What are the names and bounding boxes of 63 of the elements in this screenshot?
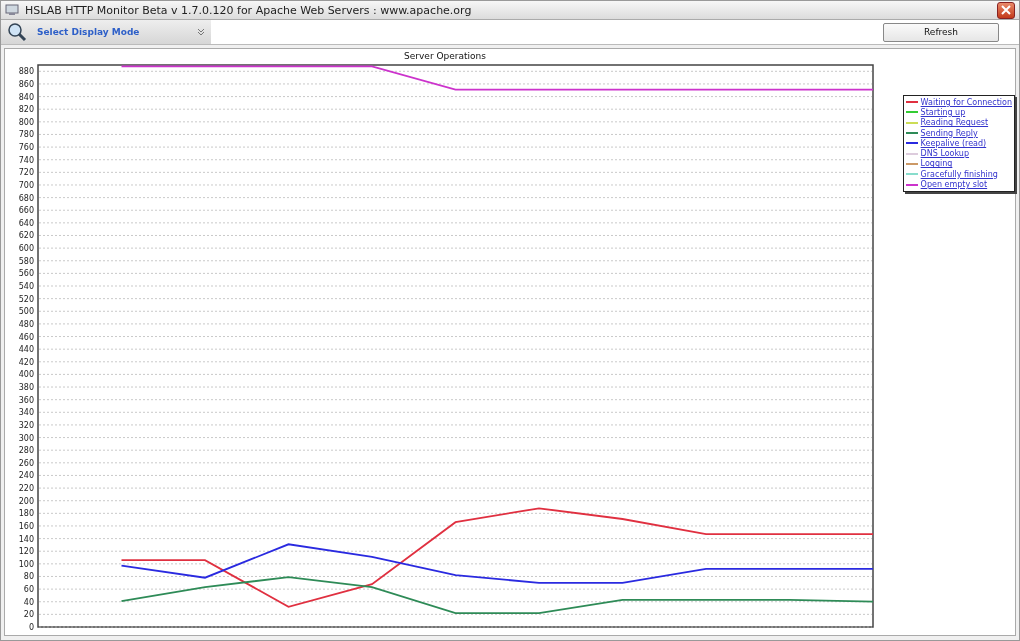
display-mode-dropdown[interactable]: Select Display Mode <box>1 20 211 44</box>
y-tick-label: 660 <box>18 206 34 216</box>
y-tick-label: 280 <box>18 446 34 456</box>
y-tick-label: 300 <box>18 433 34 443</box>
y-tick-label: 240 <box>18 471 34 481</box>
legend-label: Logging <box>920 159 953 169</box>
y-tick-label: 220 <box>18 484 34 494</box>
y-tick-label: 760 <box>18 143 34 153</box>
y-tick-label: 500 <box>18 307 34 317</box>
y-tick-label: 540 <box>18 282 34 291</box>
y-tick-label: 460 <box>18 332 34 342</box>
y-tick-label: 320 <box>18 420 34 430</box>
legend-label: DNS Lookup <box>920 149 969 159</box>
y-tick-label: 40 <box>23 597 34 607</box>
legend-label: Reading Request <box>920 118 989 128</box>
y-tick-label: 160 <box>18 521 34 531</box>
y-tick-label: 800 <box>18 117 34 127</box>
y-tick-label: 420 <box>18 357 34 367</box>
y-tick-label: 860 <box>18 79 34 89</box>
y-tick-label: 880 <box>18 67 34 77</box>
y-tick-label: 20 <box>23 610 34 620</box>
legend-label: Sending Reply <box>920 128 978 138</box>
y-tick-label: 100 <box>18 559 34 569</box>
y-tick-label: 380 <box>18 383 34 393</box>
y-tick-label: 700 <box>18 181 34 190</box>
legend-label: Waiting for Connection <box>920 97 1012 107</box>
y-tick-label: 200 <box>18 496 34 506</box>
legend-label: Open empty slot <box>920 180 988 189</box>
legend-label: Keepalive (read) <box>920 138 987 148</box>
y-tick-label: 740 <box>18 155 34 165</box>
y-tick-label: 580 <box>18 256 34 266</box>
close-icon <box>1001 5 1011 15</box>
y-tick-label: 560 <box>18 269 34 279</box>
refresh-button[interactable]: Refresh <box>883 22 999 42</box>
y-tick-label: 720 <box>18 168 34 178</box>
y-tick-label: 780 <box>18 130 34 140</box>
y-tick-label: 360 <box>18 395 34 405</box>
y-tick-label: 0 <box>28 623 34 632</box>
y-tick-label: 480 <box>18 319 34 329</box>
y-tick-label: 260 <box>18 458 34 468</box>
close-button[interactable] <box>997 1 1015 19</box>
y-tick-label: 600 <box>18 244 34 254</box>
y-tick-label: 440 <box>18 345 34 355</box>
y-tick-label: 80 <box>23 572 34 582</box>
legend-label: Gracefully finishing <box>920 169 998 179</box>
legend-label: Starting up <box>920 107 966 117</box>
y-tick-label: 840 <box>18 92 34 102</box>
y-tick-label: 140 <box>18 534 34 544</box>
y-tick-label: 340 <box>18 408 34 418</box>
y-tick-label: 400 <box>18 370 34 380</box>
chevron-down-icon <box>197 28 205 36</box>
y-tick-label: 520 <box>18 294 34 304</box>
y-tick-label: 820 <box>18 105 34 115</box>
chart-title: Server Operations <box>403 50 487 63</box>
y-tick-label: 180 <box>18 509 34 519</box>
y-tick-label: 60 <box>23 585 34 595</box>
y-tick-label: 680 <box>18 193 34 203</box>
magnifier-icon <box>7 22 27 42</box>
window-title: HSLAB HTTP Monitor Beta v 1.7.0.120 for Apache Web Servers : www.apache.org <box>25 3 473 17</box>
y-tick-label: 640 <box>18 218 34 228</box>
y-tick-label: 120 <box>18 547 34 557</box>
y-tick-label: 620 <box>18 231 34 241</box>
monitor-icon <box>5 4 19 16</box>
